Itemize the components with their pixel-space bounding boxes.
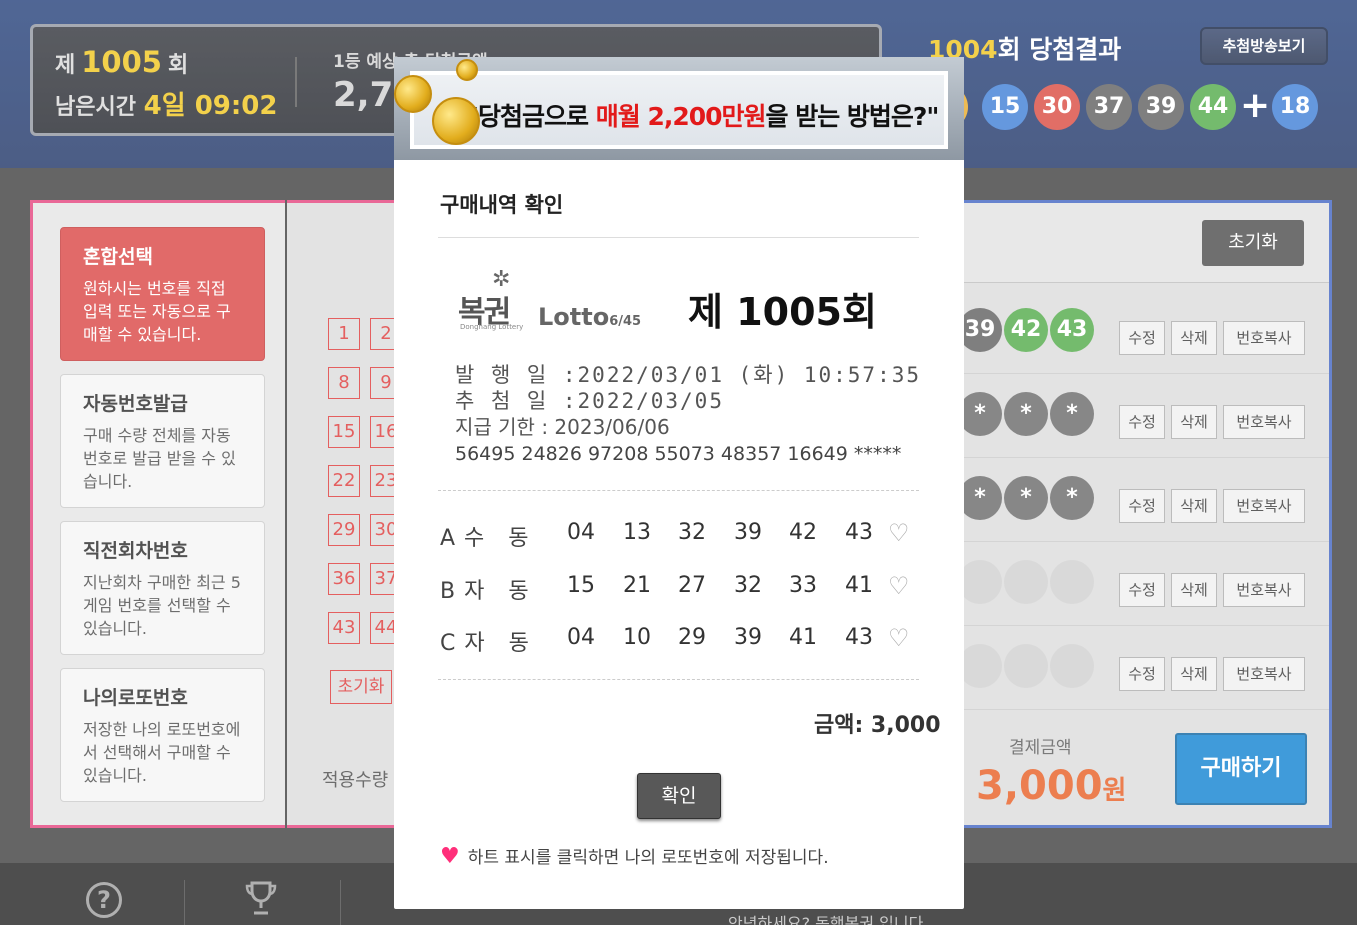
heart-icon[interactable]: ♡ <box>888 626 910 650</box>
line-number: 39 <box>734 520 762 545</box>
total-amount: 금액: 3,000 <box>814 713 941 738</box>
lotto-logo: ✲ 복권 Lotto6/45 Donghang Lottery <box>456 267 646 339</box>
line-number: 42 <box>789 520 817 545</box>
payment-deadline: 지급 기한 : 2023/06/06 <box>455 415 670 439</box>
line-label: B 자 동 <box>440 579 530 604</box>
line-number: 33 <box>789 573 817 598</box>
line-label: C 자 동 <box>440 631 530 656</box>
line-number: 43 <box>845 520 873 545</box>
banner-text-pre: "당첨금으로 <box>466 102 596 131</box>
banner-text-highlight: 매월 2,200만원 <box>595 102 767 131</box>
save-hint-text: 하트 표시를 클릭하면 나의 로또번호에 저장됩니다. <box>467 848 829 868</box>
promo-banner-text: "당첨금으로 매월 2,200만원을 받는 방법은?" <box>466 97 940 133</box>
line-number: 13 <box>623 520 651 545</box>
line-number: 41 <box>845 573 873 598</box>
pink-heart-icon: ♥ <box>440 844 460 869</box>
line-number: 41 <box>789 625 817 650</box>
line-number: 04 <box>567 625 595 650</box>
lotto-word: Lotto <box>538 303 610 331</box>
line-number: 43 <box>845 625 873 650</box>
ticket-round: 제 1005회 <box>688 290 877 334</box>
logo-subtext: Donghang Lottery <box>460 323 524 331</box>
line-number: 15 <box>567 573 595 598</box>
line-label: A 수 동 <box>440 526 530 551</box>
coin-icon <box>456 59 478 81</box>
line-number: 10 <box>623 625 651 650</box>
line-number: 39 <box>734 625 762 650</box>
ticket-serial: 56495 24826 97208 55073 48357 16649 ****… <box>455 443 902 465</box>
promo-banner[interactable]: "당첨금으로 매월 2,200만원을 받는 방법은?" <box>394 57 964 160</box>
lotto-wordmark: Lotto6/45 <box>538 303 641 331</box>
purchase-confirm-modal: "당첨금으로 매월 2,200만원을 받는 방법은?" 구매내역 확인 ✲ 복권… <box>394 57 964 909</box>
confirm-button[interactable]: 확인 <box>637 773 721 819</box>
line-number: 04 <box>567 520 595 545</box>
promo-banner-box: "당첨금으로 매월 2,200만원을 받는 방법은?" <box>410 71 948 149</box>
line-number: 32 <box>734 573 762 598</box>
divider <box>438 237 919 238</box>
line-number: 32 <box>678 520 706 545</box>
lotto-sub: 6/45 <box>609 314 642 329</box>
divider <box>438 490 919 491</box>
banner-text-post: 을 받는 방법은?" <box>765 102 940 131</box>
line-number: 27 <box>678 573 706 598</box>
save-hint: ♥ 하트 표시를 클릭하면 나의 로또번호에 저장됩니다. <box>440 843 829 869</box>
heart-icon[interactable]: ♡ <box>888 574 910 598</box>
line-number: 21 <box>623 573 651 598</box>
modal-title: 구매내역 확인 <box>440 193 564 217</box>
line-number: 29 <box>678 625 706 650</box>
coin-icon <box>394 75 432 113</box>
heart-icon[interactable]: ♡ <box>888 521 910 545</box>
coin-icon <box>432 97 480 145</box>
divider <box>438 679 919 680</box>
